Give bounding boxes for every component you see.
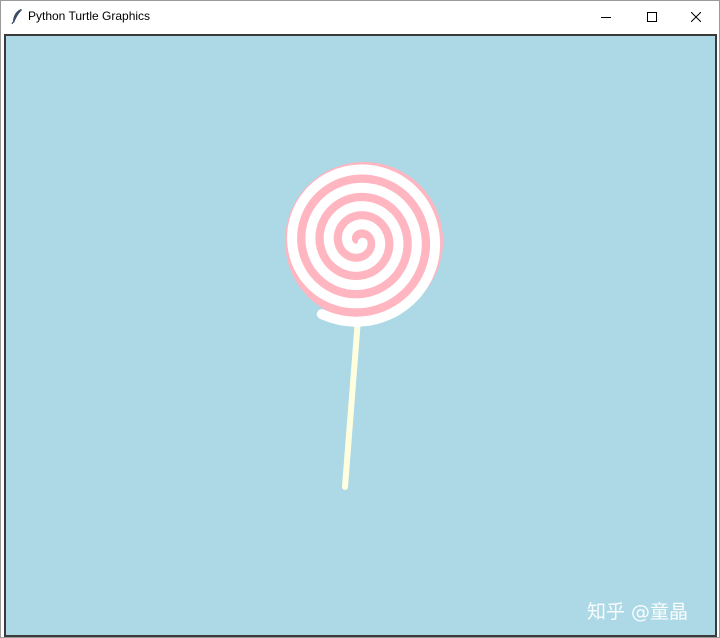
maximize-icon xyxy=(647,11,657,22)
watermark: 知乎 @童晶 xyxy=(587,601,689,623)
turtle-window: Python Turtle Graphics 知乎 @童晶 xyxy=(0,0,720,638)
feather-icon xyxy=(10,8,24,25)
window-title: Python Turtle Graphics xyxy=(28,9,151,23)
lollipop-stick xyxy=(342,316,361,490)
title-bar[interactable]: Python Turtle Graphics xyxy=(1,1,719,32)
minimize-button[interactable] xyxy=(583,1,629,32)
lollipop-drawing xyxy=(285,162,443,490)
minimize-icon xyxy=(601,12,611,22)
turtle-canvas[interactable]: 知乎 @童晶 xyxy=(4,34,717,637)
maximize-button[interactable] xyxy=(629,1,675,32)
close-icon xyxy=(691,11,701,22)
close-button[interactable] xyxy=(673,1,719,32)
